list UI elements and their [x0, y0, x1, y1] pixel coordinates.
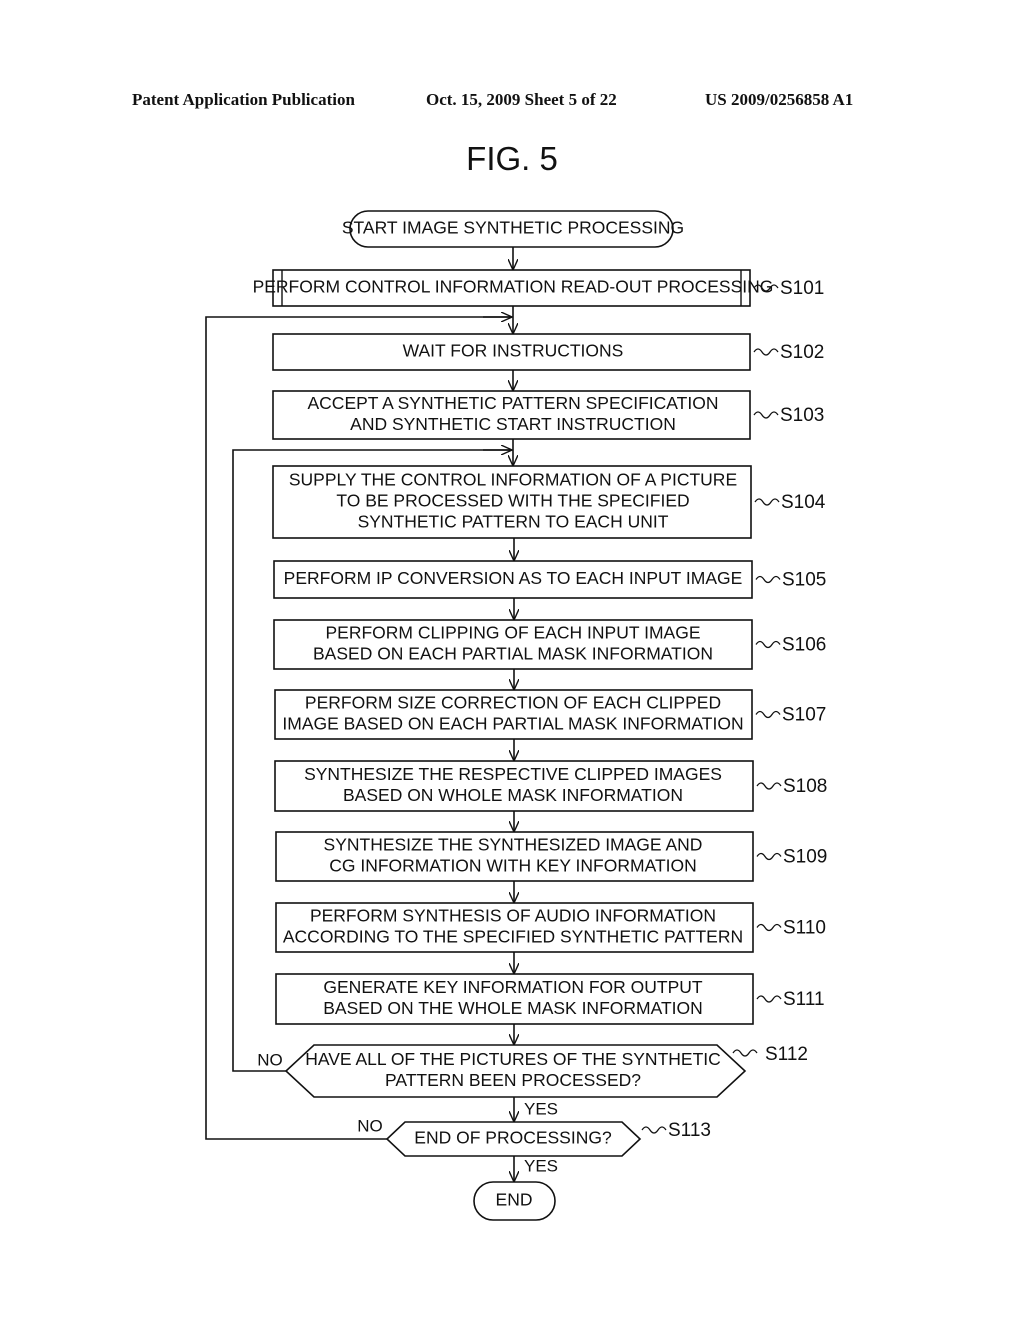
step-text-line: SUPPLY THE CONTROL INFORMATION OF A PICT…: [289, 470, 737, 490]
decision-text-line: END OF PROCESSING?: [414, 1128, 612, 1148]
step-leader-tilde: [732, 1049, 758, 1057]
step-s106: PERFORM CLIPPING OF EACH INPUT IMAGEBASE…: [273, 619, 826, 670]
step-text-line: BASED ON THE WHOLE MASK INFORMATION: [323, 998, 703, 1018]
step-leader-tilde: [756, 923, 782, 932]
step-s102: WAIT FOR INSTRUCTIONS S102: [272, 333, 824, 371]
step-id-label: S101: [780, 278, 824, 299]
step-s101: PERFORM CONTROL INFORMATION READ-OUT PRO…: [253, 269, 824, 307]
decision-id-label: S112: [765, 1044, 808, 1065]
step-leader-tilde: [641, 1126, 667, 1134]
end-label: END: [496, 1190, 533, 1210]
step-id-label: S103: [780, 405, 824, 426]
step-id-label: S108: [783, 776, 827, 797]
step-s107: PERFORM SIZE CORRECTION OF EACH CLIPPEDI…: [274, 689, 826, 740]
step-id-label: S109: [783, 847, 827, 868]
step-id-label: S105: [782, 570, 826, 591]
step-text-line: GENERATE KEY INFORMATION FOR OUTPUT: [323, 977, 702, 997]
step-leader-tilde: [753, 411, 779, 419]
step-text-line: PERFORM CLIPPING OF EACH INPUT IMAGE: [325, 623, 700, 643]
no-label-s112: NO: [257, 1050, 283, 1069]
step-text-line: PERFORM SYNTHESIS OF AUDIO INFORMATION: [310, 906, 716, 926]
step-text-line: TO BE PROCESSED WITH THE SPECIFIED: [336, 491, 689, 511]
step-id-label: S111: [783, 989, 825, 1010]
step-id-label: S102: [780, 342, 824, 363]
step-text-line: AND SYNTHETIC START INSTRUCTION: [350, 414, 676, 434]
step-leader-tilde: [756, 782, 782, 790]
step-id-label: S107: [782, 705, 826, 726]
step-text-line: WAIT FOR INSTRUCTIONS: [403, 341, 624, 361]
decision-s113: END OF PROCESSING? S113: [385, 1120, 711, 1157]
flowchart: START IMAGE SYNTHETIC PROCESSING PERFORM …: [205, 210, 827, 1221]
step-leader-tilde: [754, 498, 780, 506]
step-text-line: PERFORM CONTROL INFORMATION READ-OUT PRO…: [253, 277, 774, 297]
yes-label-s112: YES: [524, 1099, 558, 1118]
step-s110: PERFORM SYNTHESIS OF AUDIO INFORMATIONAC…: [275, 902, 826, 953]
step-leader-tilde: [755, 640, 781, 649]
step-text-line: IMAGE BASED ON EACH PARTIAL MASK INFORMA…: [282, 714, 743, 734]
step-leader-tilde: [755, 575, 781, 584]
step-text-line: CG INFORMATION WITH KEY INFORMATION: [329, 856, 697, 876]
step-s104: SUPPLY THE CONTROL INFORMATION OF A PICT…: [272, 465, 826, 539]
start-label: START IMAGE SYNTHETIC PROCESSING: [342, 218, 684, 238]
start-terminator: START IMAGE SYNTHETIC PROCESSING: [342, 210, 684, 248]
step-s109: SYNTHESIZE THE SYNTHESIZED IMAGE ANDCG I…: [275, 831, 827, 882]
step-id-label: S106: [782, 635, 826, 656]
step-leader-tilde: [753, 348, 779, 356]
step-text-line: BASED ON WHOLE MASK INFORMATION: [343, 785, 683, 805]
end-terminator: END: [473, 1181, 556, 1221]
yes-label-s113: YES: [524, 1156, 558, 1175]
step-id-label: S110: [783, 918, 826, 939]
decision-id-label: S113: [668, 1120, 711, 1141]
step-text-line: PERFORM SIZE CORRECTION OF EACH CLIPPED: [305, 693, 721, 713]
decision-text-line: HAVE ALL OF THE PICTURES OF THE SYNTHETI…: [305, 1049, 721, 1069]
step-s103: ACCEPT A SYNTHETIC PATTERN SPECIFICATION…: [272, 390, 824, 440]
step-text-line: SYNTHESIZE THE SYNTHESIZED IMAGE AND: [324, 835, 703, 855]
step-text-line: SYNTHESIZE THE RESPECTIVE CLIPPED IMAGES: [304, 764, 722, 784]
step-leader-tilde: [755, 710, 781, 719]
step-text-line: SYNTHETIC PATTERN TO EACH UNIT: [358, 512, 669, 532]
step-s108: SYNTHESIZE THE RESPECTIVE CLIPPED IMAGES…: [274, 760, 827, 812]
decision-s112: HAVE ALL OF THE PICTURES OF THE SYNTHETI…: [284, 1044, 808, 1098]
step-text-line: PERFORM IP CONVERSION AS TO EACH INPUT I…: [284, 568, 743, 588]
step-leader-tilde: [756, 852, 782, 861]
step-leader-tilde: [756, 995, 782, 1003]
step-s105: PERFORM IP CONVERSION AS TO EACH INPUT I…: [273, 560, 826, 599]
step-s111: GENERATE KEY INFORMATION FOR OUTPUTBASED…: [275, 973, 825, 1025]
step-id-label: S104: [781, 492, 826, 513]
no-label-s113: NO: [357, 1116, 383, 1135]
decision-text-line: PATTERN BEEN PROCESSED?: [385, 1070, 641, 1090]
step-text-line: BASED ON EACH PARTIAL MASK INFORMATION: [313, 644, 713, 664]
step-text-line: ACCEPT A SYNTHETIC PATTERN SPECIFICATION: [308, 393, 719, 413]
step-text-line: ACCORDING TO THE SPECIFIED SYNTHETIC PAT…: [283, 927, 743, 947]
